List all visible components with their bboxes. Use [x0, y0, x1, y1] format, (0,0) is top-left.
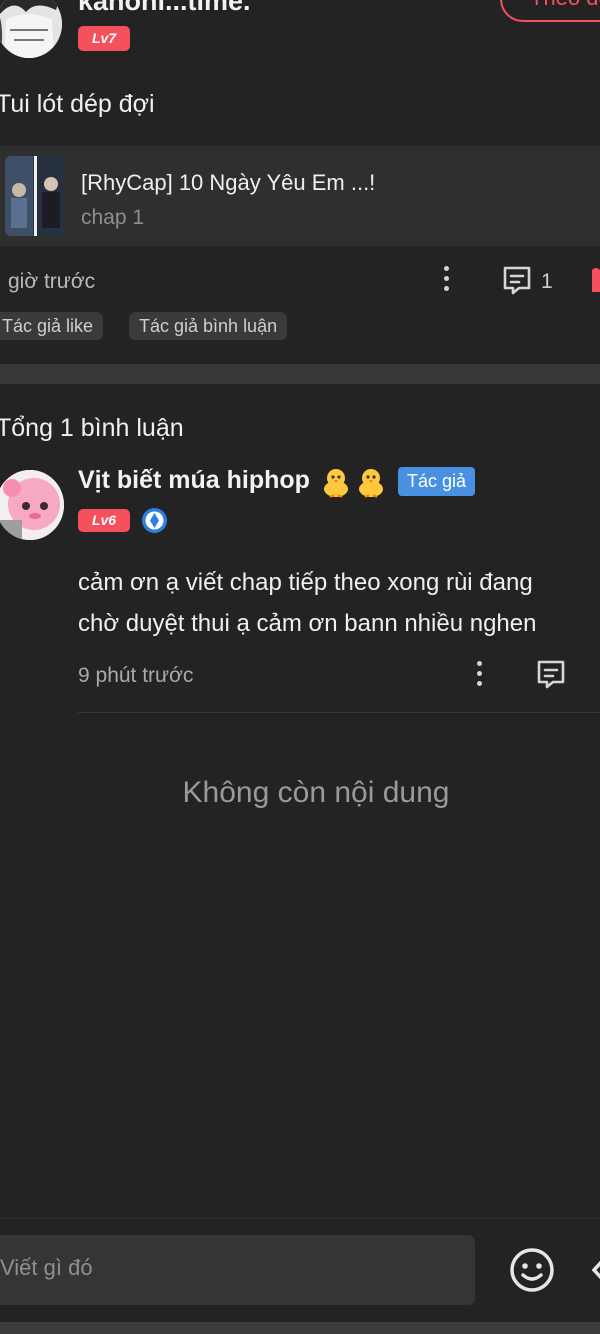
end-of-content-label: Không còn nội dung	[182, 776, 450, 809]
post-author-level-badge: Lv7	[78, 26, 130, 51]
post-text: Tui lót dép đợi	[0, 90, 155, 118]
section-divider	[0, 364, 600, 384]
send-icon[interactable]	[588, 1253, 600, 1287]
emoji-icon[interactable]	[509, 1247, 555, 1293]
chapter-subtitle: chap 1	[81, 206, 145, 229]
post-author-name[interactable]: kanoni...time.	[78, 0, 251, 17]
post-comment-count: 1	[541, 270, 553, 293]
comment-body-line: chờ duyệt thui ạ cảm ơn bann nhiều nghen	[78, 610, 537, 637]
post-author-avatar[interactable]	[0, 0, 62, 58]
author-badge: Tác giả	[398, 467, 476, 496]
follow-button[interactable]: Theo dõi	[500, 0, 600, 22]
comment-input[interactable]: Viết gì đó	[0, 1235, 475, 1305]
more-vertical-icon[interactable]	[441, 264, 451, 294]
chapter-card[interactable]	[0, 146, 600, 246]
comment-timestamp: 9 phút trước	[78, 664, 194, 687]
comment-body: cảm ơn ạ viết chap tiếp theo xong rùi đa…	[78, 562, 600, 644]
chapter-thumbnail[interactable]	[5, 156, 65, 236]
more-vertical-icon[interactable]	[474, 659, 484, 689]
like-icon[interactable]	[586, 266, 600, 292]
chick-emoji-icon	[359, 469, 383, 498]
total-comments-label: Tổng 1 bình luận	[0, 414, 184, 442]
comment-icon[interactable]	[501, 264, 533, 296]
author-liked-tag: Tác giả like	[0, 312, 104, 340]
post-detail-screen: kanoni...time. Lv7 Theo dõi Tui lót dép …	[0, 0, 600, 1334]
vip-diamond-icon	[142, 508, 167, 533]
author-commented-tag: Tác giả bình luận	[129, 312, 288, 340]
comment-body-line: cảm ơn ạ viết chap tiếp theo xong rùi đa…	[78, 569, 533, 596]
comment-icon[interactable]	[535, 658, 567, 690]
commenter-name[interactable]: Vịt biết múa hiphop	[78, 466, 310, 495]
comment-separator	[78, 712, 600, 713]
post-timestamp: giờ trước	[8, 270, 96, 293]
commenter-avatar[interactable]	[0, 470, 64, 540]
bottom-system-strip	[0, 1322, 600, 1334]
commenter-level-badge: Lv6	[78, 509, 130, 532]
chick-emoji-icon	[324, 469, 348, 498]
chapter-title[interactable]: [RhyCap] 10 Ngày Yêu Em ...!	[81, 170, 375, 196]
